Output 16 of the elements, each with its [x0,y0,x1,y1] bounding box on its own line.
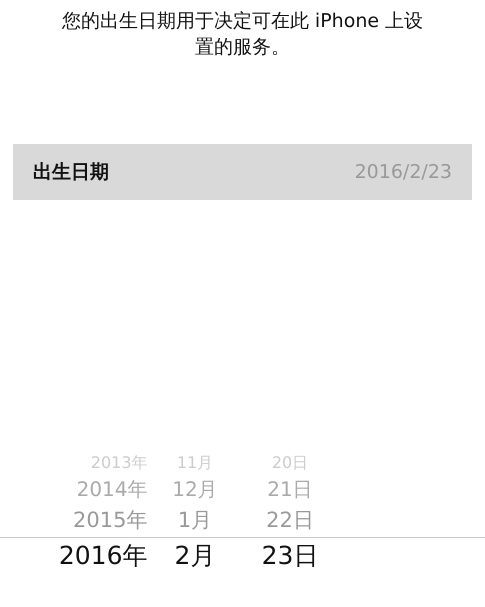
birthday-row[interactable]: 出生日期 2016/2/23 [13,144,472,200]
row-label: 出生日期 [33,160,109,185]
month-option: 2月 [174,542,216,568]
picker-row[interactable]: 2015年 1月 22日 [0,503,485,537]
day-option: 22日 [266,510,314,530]
year-option: 2015年 [73,510,148,530]
month-option: 1月 [178,510,212,530]
row-value: 2016/2/23 [354,161,452,183]
day-option: 23日 [262,542,318,568]
day-option: 21日 [267,479,313,499]
month-option: 12月 [172,479,218,499]
picker-row[interactable]: 2016年 2月 23日 [0,537,485,568]
year-option: 2016年 [58,542,148,568]
year-option: 2014年 [76,479,148,499]
picker-row[interactable]: 2014年 12月 21日 [0,475,485,503]
description-text: 您的出生日期用于决定可在此 iPhone 上设置的服务。 [60,9,424,60]
